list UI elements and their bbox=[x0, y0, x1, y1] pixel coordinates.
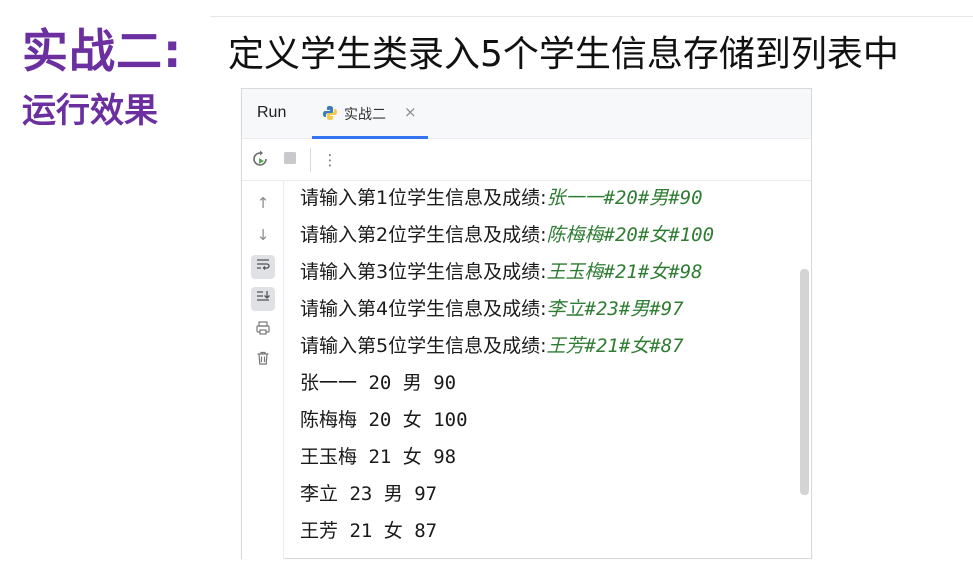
tab-label: 实战二 bbox=[344, 107, 386, 123]
python-icon bbox=[322, 105, 338, 121]
run-tool-window: Run 实战二 × ⋮ ↑ ↓ 请输入第1位学生信息及成绩:张一一#20#男#9… bbox=[241, 88, 812, 559]
user-input-text: 李立#23#男#97 bbox=[546, 298, 684, 320]
user-input-text: 王玉梅#21#女#98 bbox=[546, 261, 703, 283]
print-icon[interactable] bbox=[251, 319, 275, 343]
input-prompt: 请输入第2位学生信息及成绩: bbox=[300, 224, 547, 246]
vertical-scrollbar[interactable] bbox=[800, 269, 809, 495]
trash-icon[interactable] bbox=[251, 349, 275, 373]
user-input-text: 张一一#20#男#90 bbox=[546, 187, 703, 209]
input-prompt: 请输入第5位学生信息及成绩: bbox=[300, 335, 547, 357]
toolbar-separator bbox=[310, 148, 311, 172]
console-output-line: 王芳 21 女 87 bbox=[300, 520, 438, 542]
console-output-line: 李立 23 男 97 bbox=[300, 483, 438, 505]
input-prompt: 请输入第1位学生信息及成绩: bbox=[300, 187, 547, 209]
console-output-line: 陈梅梅 20 女 100 bbox=[300, 409, 468, 431]
rerun-icon[interactable] bbox=[250, 150, 270, 170]
more-icon[interactable]: ⋮ bbox=[320, 150, 340, 170]
console-input-line: 请输入第4位学生信息及成绩:李立#23#男#97 bbox=[300, 292, 684, 326]
console-input-line: 请输入第2位学生信息及成绩:陈梅梅#20#女#100 bbox=[300, 218, 714, 252]
slide-subtitle: 运行效果 bbox=[22, 91, 158, 131]
user-input-text: 陈梅梅#20#女#100 bbox=[546, 224, 715, 246]
scroll-to-end-icon[interactable] bbox=[251, 287, 275, 311]
console-input-line: 请输入第5位学生信息及成绩:王芳#21#女#87 bbox=[300, 329, 684, 363]
console-input-line: 请输入第1位学生信息及成绩:张一一#20#男#90 bbox=[300, 181, 703, 215]
console-gutter: ↑ ↓ bbox=[242, 181, 284, 559]
up-arrow-icon[interactable]: ↑ bbox=[251, 191, 275, 215]
close-icon[interactable]: × bbox=[404, 103, 417, 121]
down-arrow-icon[interactable]: ↓ bbox=[251, 223, 275, 247]
tab-run-config[interactable]: 实战二 × bbox=[312, 89, 428, 139]
console-output-line: 张一一 20 男 90 bbox=[300, 372, 457, 394]
input-prompt: 请输入第3位学生信息及成绩: bbox=[300, 261, 547, 283]
user-input-text: 王芳#21#女#87 bbox=[546, 335, 684, 357]
console-output-line: 王玉梅 21 女 98 bbox=[300, 446, 457, 468]
tab-bar: Run 实战二 × bbox=[242, 89, 811, 139]
top-divider bbox=[210, 16, 973, 17]
stop-icon[interactable] bbox=[280, 150, 300, 170]
soft-wrap-icon[interactable] bbox=[251, 255, 275, 279]
slide-title-description: 定义学生类录入5个学生信息存储到列表中 bbox=[228, 34, 899, 75]
console-output[interactable]: 请输入第1位学生信息及成绩:张一一#20#男#90 请输入第2位学生信息及成绩:… bbox=[300, 181, 790, 559]
console-input-line: 请输入第3位学生信息及成绩:王玉梅#21#女#98 bbox=[300, 255, 703, 289]
run-label: Run bbox=[257, 104, 287, 121]
run-toolbar: ⋮ bbox=[242, 140, 811, 181]
input-prompt: 请输入第4位学生信息及成绩: bbox=[300, 298, 547, 320]
slide-title: 实战二: bbox=[22, 24, 183, 78]
